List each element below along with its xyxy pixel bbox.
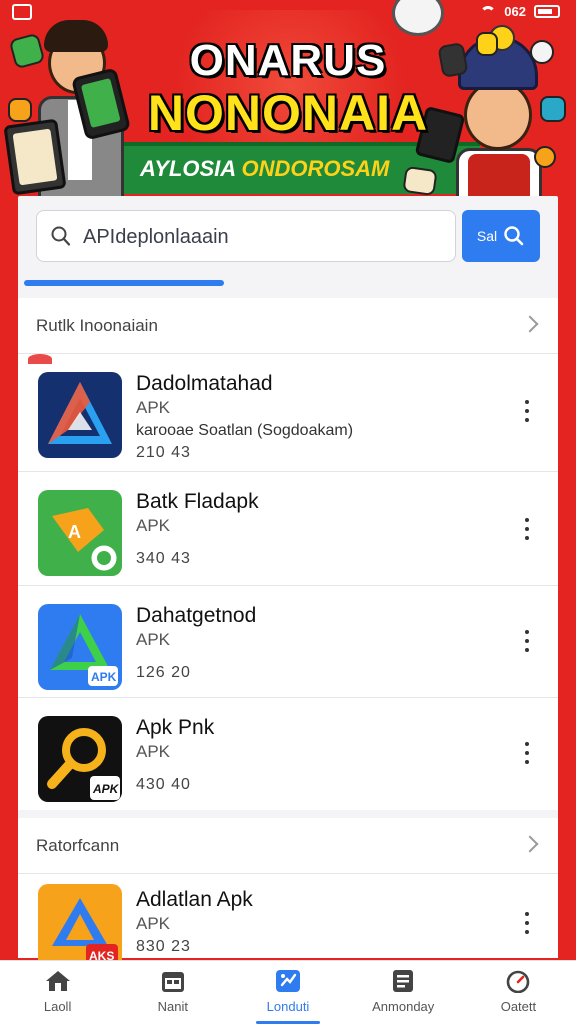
search-input[interactable] [83,219,443,255]
app-name: Apk Pnk [136,716,215,739]
wifi-icon [480,5,497,18]
app-type: APK [136,914,171,933]
home-icon [45,971,70,991]
floating-app-icon [402,165,438,197]
nav-item-gauge[interactable]: Oatett [461,961,576,1024]
app-meta: 430 40 [136,776,191,793]
app-name: Adlatlan Apk [136,888,253,911]
section-header[interactable]: Rutlk Inoonaiain [18,298,558,354]
nav-item-document[interactable]: Anmonday [346,961,461,1024]
app-meta: 830 23 [136,938,191,955]
app-name: Dadolmatahad [136,372,273,395]
svg-text:A: A [68,522,81,542]
magnifier-app-icon: APK [38,716,122,802]
app-meta: 126 20 [136,664,191,681]
more-options-icon[interactable] [524,518,530,540]
app-list-item[interactable]: AKS Adlatlan Apk APK 830 23 [18,874,558,970]
banner-subtitle-part1: AYLOSIA [140,156,236,181]
promo-banner[interactable]: ONARUS NONONAIA AYLOSIA ONDOROSAM [0,0,576,200]
app-type: APK [136,742,171,761]
app-name: Batk Fladapk [136,490,259,513]
search-field[interactable] [36,210,456,262]
search-button[interactable]: Sal [462,210,540,262]
section-title: Rutlk Inoonaiain [36,316,158,335]
nav-item-apps[interactable]: Londuti [230,961,345,1024]
battery-icon [534,5,560,18]
chevron-right-icon [521,315,539,333]
app-list-item[interactable]: Dadolmatahad APK karooae Soatlan (Sogdoa… [18,354,558,472]
document-icon [393,970,414,992]
orange-blue-app-icon: AKS [38,884,122,970]
nav-item-calendar[interactable]: Nanit [115,961,230,1024]
gauge-icon [507,970,530,993]
nav-label: Londuti [266,999,310,1014]
floating-app-icon [534,146,556,168]
banner-subtitle-part2: ONDOROSAM [241,156,390,181]
blue-green-triangle-app-icon: APK [38,604,122,690]
app-list-item[interactable]: APK Apk Pnk APK 430 40 [18,698,558,810]
apps-icon [276,970,300,992]
app-type: APK [136,398,171,417]
app-section: Rutlk Inoonaiain Dadolmatahad APK karooa… [18,298,558,810]
green-orange-app-icon: A [38,490,122,576]
bottom-navigation: Laoll Nanit Londuti Anmonday Oatett [0,960,576,1024]
status-bar: 062 [0,0,576,26]
app-list-item[interactable]: APK Dahatgetnod APK 126 20 [18,586,558,698]
app-meta: 340 43 [136,550,191,567]
apk-badge: APK [91,670,117,684]
search-icon [51,226,71,246]
nav-label: Oatett [500,999,537,1014]
app-type: APK [136,516,171,535]
more-options-icon[interactable] [524,630,530,652]
more-options-icon[interactable] [524,400,530,422]
search-icon [504,226,524,246]
app-meta: 210 43 [136,444,191,461]
more-options-icon[interactable] [524,912,530,934]
search-bar: Sal [36,210,540,262]
main-content: Sal Rutlk Inoonaiain Dadolm [18,196,558,970]
search-button-label: Sal [476,228,498,244]
app-list-item[interactable]: A Batk Fladapk APK 340 43 [18,472,558,586]
battery-percentage: 062 [504,4,526,19]
banner-subtitle: AYLOSIA ONDOROSAM [140,156,389,182]
app-section: Ratorfcann AKS Adlatlan Apk APK 830 23 [18,818,558,970]
more-options-icon[interactable] [524,742,530,764]
app-description: karooae Soatlan (Sogdoakam) [136,422,354,439]
notification-icon [12,4,32,20]
nav-label: Anmonday [372,999,435,1014]
section-header[interactable]: Ratorfcann [18,818,558,874]
section-title: Ratorfcann [36,836,120,855]
apk-badge: APK [92,782,120,796]
calendar-icon [161,972,184,992]
banner-title-line2: NONONAIA [147,85,429,141]
blue-triangle-app-icon [38,372,122,458]
banner-title-line1: ONARUS [189,36,387,85]
chevron-right-icon [521,835,539,853]
app-type: APK [136,630,171,649]
nav-label: Nanit [157,999,188,1014]
app-name: Dahatgetnod [136,604,257,627]
nav-item-home[interactable]: Laoll [0,961,115,1024]
nav-label: Laoll [43,999,72,1014]
loading-progress-bar [24,280,224,286]
